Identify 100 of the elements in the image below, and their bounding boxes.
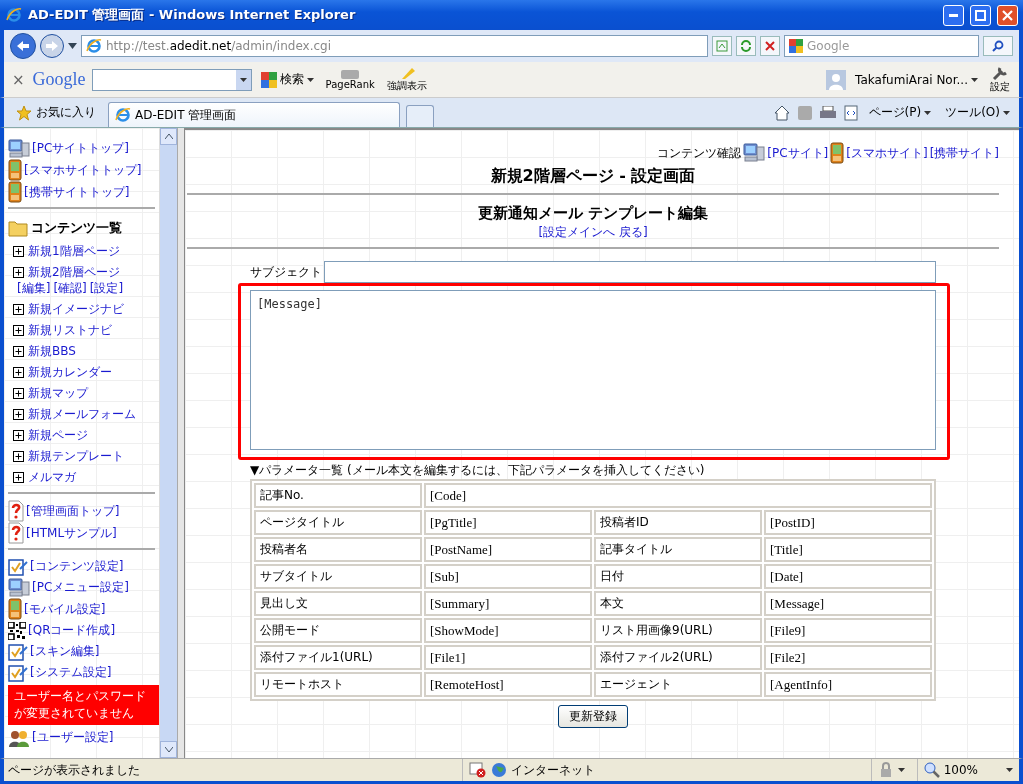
sidebar-link[interactable]: [HTMLサンプル] [26,524,117,542]
highlight-button[interactable]: 強調表示 [383,66,430,93]
action-link[interactable]: [確認] [53,280,87,297]
pane-splitter[interactable] [177,128,185,758]
sidebar-link[interactable]: [ユーザー設定] [32,729,114,746]
scrollbar[interactable] [159,128,177,758]
parameter-code: [Sub] [424,564,592,589]
search-icon [992,40,1004,52]
action-link[interactable]: [編集] [17,280,51,297]
sidebar-link[interactable]: [コンテンツ設定] [30,558,124,575]
close-button[interactable] [997,4,1018,26]
qr-code-icon [8,621,26,640]
preview-label: コンテンツ確認 [657,144,742,162]
parameter-code: [File1] [424,645,592,670]
expand-icon[interactable] [13,388,24,399]
tree-item[interactable]: 新規ページ [28,427,88,444]
left-arrow-icon [16,40,30,52]
computer-icon [8,577,30,598]
tools-menu[interactable]: ツール(O) [942,104,1013,121]
sidebar-link[interactable]: [スマホサイトトップ] [24,161,142,179]
tree-item[interactable]: メルマガ [28,469,76,486]
dropdown-arrow-icon[interactable] [68,43,77,49]
address-field[interactable]: http://test.adedit.net/admin/index.cgi [81,35,708,57]
section-title: 更新通知メール テンプレート編集 [477,204,709,223]
expand-icon[interactable] [13,267,24,278]
zoom-level[interactable]: 100% [943,763,978,777]
expand-icon[interactable] [13,472,24,483]
search-button[interactable] [983,36,1013,56]
caret-icon [306,77,314,82]
back-link[interactable]: [設定メインへ 戻る] [538,224,648,241]
pagerank-bar-icon [341,69,360,79]
close-toolbar-button[interactable]: × [10,70,27,89]
scroll-down-button[interactable] [160,741,177,758]
tree-item[interactable]: 新規マップ [28,385,88,402]
toolbar-search-button[interactable]: 検索 [257,71,317,88]
browser-tab[interactable]: AD-EDIT 管理画面 [108,102,400,127]
expand-icon[interactable] [13,409,24,420]
minimize-icon [949,13,958,17]
up-chevron-icon [164,134,173,139]
search-box[interactable]: Google [784,35,979,57]
sidebar-link[interactable]: [管理画面トップ] [26,502,120,520]
tree-item[interactable]: 新規メールフォーム [28,406,136,423]
minimize-button[interactable] [943,4,964,26]
refresh-icon [740,40,752,52]
down-chevron-icon [164,747,173,752]
forward-button[interactable] [40,34,64,58]
sidebar-link[interactable]: [PCサイトトップ] [32,140,129,157]
checkmark-icon [8,556,28,577]
page-menu[interactable]: ページ(P) [865,104,935,121]
update-button[interactable]: 更新登録 [558,705,628,728]
sidebar-link[interactable]: [モバイル設定] [24,600,106,618]
tree-item[interactable]: 新規リストナビ [28,322,112,339]
scroll-up-button[interactable] [160,128,177,145]
page-code-icon[interactable] [843,104,858,121]
sidebar-link[interactable]: [携帯サイトトップ] [24,183,130,201]
back-button[interactable] [10,33,36,59]
expand-icon[interactable] [13,451,24,462]
question-document-icon [8,500,24,522]
expand-icon[interactable] [13,304,24,315]
sidebar-link[interactable]: [スキン編集] [30,643,100,660]
sidebar-link[interactable]: [PCメニュー設定] [32,579,129,596]
expand-icon[interactable] [13,346,24,357]
subject-field[interactable] [324,261,936,283]
tree-item[interactable]: 新規BBS [28,343,76,360]
sidebar-link[interactable]: [QRコード作成] [28,622,116,639]
toolbar-search-field[interactable] [91,68,252,91]
user-menu[interactable]: TakafumiArai Nor... [852,72,981,87]
expand-icon[interactable] [13,325,24,336]
stop-button[interactable] [760,36,780,56]
print-icon[interactable] [819,105,836,120]
preview-link[interactable]: [携帯サイト] [929,144,999,162]
maximize-button[interactable] [970,4,991,26]
preview-link[interactable]: [スマホサイト] [846,144,928,162]
dropdown-button[interactable] [235,69,251,90]
expand-icon[interactable] [13,246,24,257]
phone-icon [8,159,22,181]
caret-icon[interactable] [1006,768,1013,772]
message-body-field[interactable]: [Message] [250,290,936,450]
tree-item[interactable]: 新規1階層ページ [28,243,120,260]
checkmark-icon [8,662,28,683]
blocked-popup-icon[interactable] [468,762,487,778]
tree-item[interactable]: 新規イメージナビ [28,301,124,318]
caret-icon [1003,110,1010,115]
tree-item[interactable]: 新規カレンダー [28,364,112,381]
pagerank-button[interactable]: PageRank [322,69,378,90]
action-link[interactable]: [設定] [89,280,124,297]
tree-item[interactable]: 新規テンプレート [28,448,124,465]
settings-button[interactable]: 設定 [987,65,1013,94]
preview-link[interactable]: [PCサイト] [767,144,829,162]
expand-icon[interactable] [13,367,24,378]
tree-item[interactable]: 新規2階層ページ [28,264,120,281]
expand-icon[interactable] [13,430,24,441]
parameter-name: 見出し文 [254,591,422,616]
page-title: 新規2階層ページ - 設定画面 [490,166,696,187]
sidebar-link[interactable]: [システム設定] [30,664,112,681]
home-icon[interactable] [773,104,790,121]
avatar-icon [826,69,847,90]
refresh-button[interactable] [736,36,756,56]
favorites-button[interactable]: お気に入り [10,103,102,122]
caret-icon[interactable] [897,768,905,772]
